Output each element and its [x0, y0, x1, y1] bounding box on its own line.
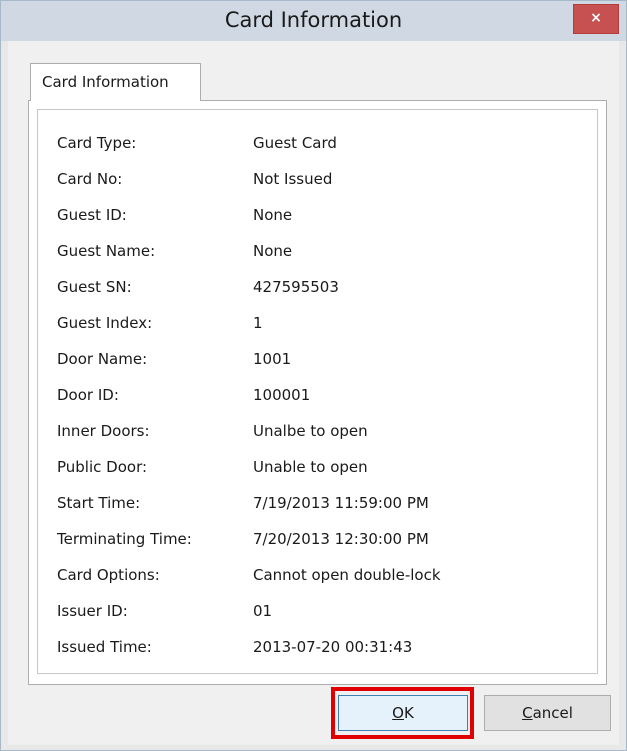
- field-label: Door ID:: [57, 386, 119, 404]
- title-bar[interactable]: Card Information ×: [1, 1, 626, 41]
- field-label: Door Name:: [57, 350, 148, 368]
- field-label: Guest Index:: [57, 314, 153, 332]
- field-value: Not Issued: [253, 170, 333, 188]
- field-label: Guest ID:: [57, 206, 127, 224]
- field-label: Guest Name:: [57, 242, 156, 260]
- field-label: Card Type:: [57, 134, 137, 152]
- field-value: 2013-07-20 00:31:43: [253, 638, 413, 656]
- field-label: Guest SN:: [57, 278, 132, 296]
- field-value: 1001: [253, 350, 292, 368]
- field-value: 427595503: [253, 278, 339, 296]
- field-value: Guest Card: [253, 134, 337, 152]
- field-value: 7/19/2013 11:59:00 PM: [253, 494, 429, 512]
- field-value: Unalbe to open: [253, 422, 368, 440]
- field-value: 100001: [253, 386, 311, 404]
- field-value: 01: [253, 602, 273, 620]
- field-label: Issued Time:: [57, 638, 152, 656]
- tab-label: Card Information: [42, 73, 169, 91]
- cancel-button-label: ancel: [532, 704, 573, 722]
- ok-button-mnemonic: O: [392, 704, 404, 722]
- ok-button[interactable]: OK: [338, 695, 468, 731]
- close-button[interactable]: ×: [573, 4, 619, 34]
- field-label: Inner Doors:: [57, 422, 150, 440]
- window-title: Card Information: [224, 8, 403, 32]
- dialog-client-area: Card Information Card Type: Guest Card C…: [8, 41, 619, 745]
- field-value: Cannot open double-lock: [253, 566, 441, 584]
- field-value: 1: [253, 314, 263, 332]
- field-label: Issuer ID:: [57, 602, 128, 620]
- field-value: 7/20/2013 12:30:00 PM: [253, 530, 429, 548]
- close-icon: ×: [590, 10, 602, 26]
- field-value: None: [253, 242, 293, 260]
- tab-panel: Card Type: Guest Card Card No: Not Issue…: [28, 100, 607, 685]
- field-value: Unable to open: [253, 458, 368, 476]
- cancel-button[interactable]: Cancel: [484, 695, 611, 731]
- field-label: Start Time:: [57, 494, 141, 512]
- cancel-button-mnemonic: C: [522, 704, 533, 722]
- field-label: Terminating Time:: [57, 530, 192, 548]
- card-details-group: Card Type: Guest Card Card No: Not Issue…: [37, 109, 598, 674]
- field-value: None: [253, 206, 293, 224]
- ok-button-label: K: [403, 704, 414, 722]
- card-information-dialog: Card Information × Card Information Card…: [0, 0, 627, 751]
- field-label: Card No:: [57, 170, 123, 188]
- field-label: Public Door:: [57, 458, 148, 476]
- tab-card-information[interactable]: Card Information: [30, 63, 201, 101]
- field-label: Card Options:: [57, 566, 160, 584]
